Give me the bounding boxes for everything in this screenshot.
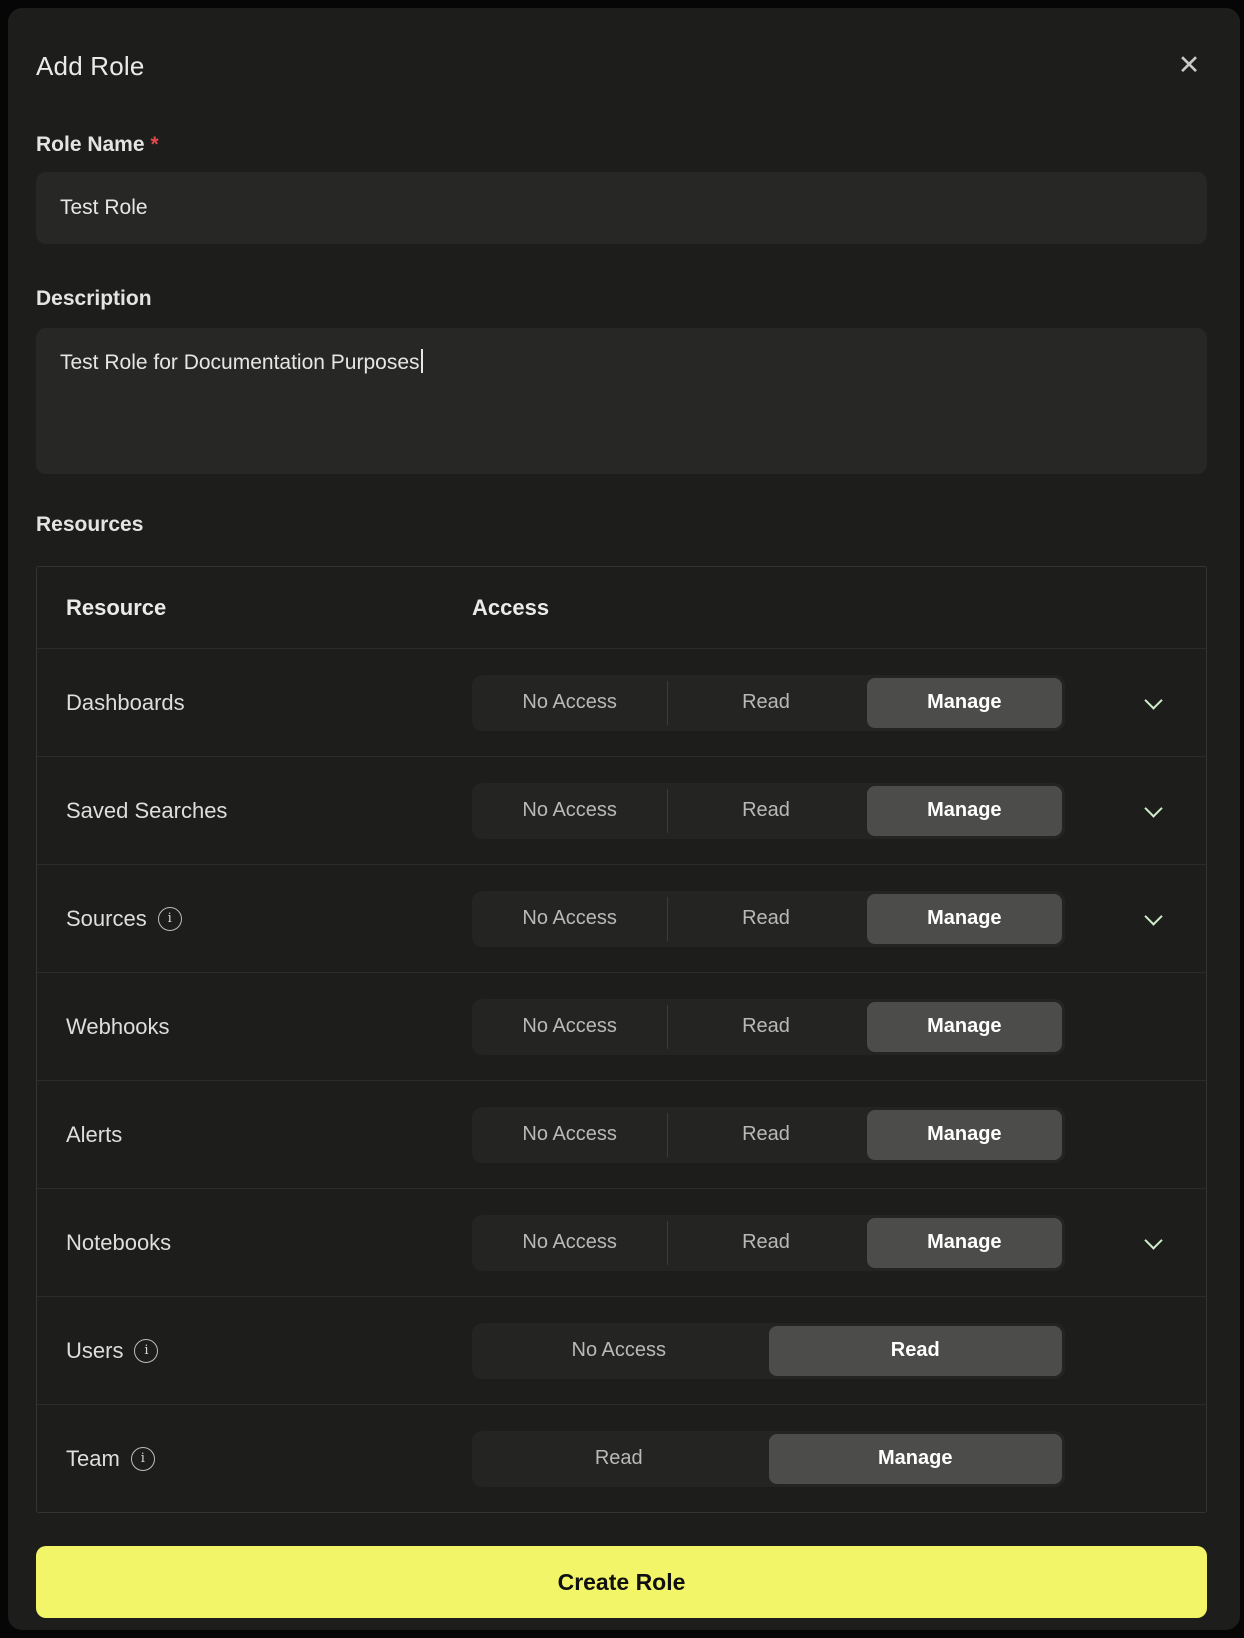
access-option-manage[interactable]: Manage <box>867 1218 1062 1268</box>
access-segmented-control: ReadManage <box>472 1431 1065 1487</box>
resources-table: Resource Access Dashboards No AccessRead… <box>36 566 1207 1513</box>
description-label: Description <box>36 284 1207 314</box>
access-option-no-access[interactable]: No Access <box>472 675 667 731</box>
access-segmented-control: No AccessReadManage <box>472 999 1065 1055</box>
resource-row-webhooks: Webhooks No AccessReadManage <box>37 973 1206 1081</box>
add-role-dialog: Add Role ✕ Role Name * Description Test R… <box>8 8 1240 1630</box>
access-option-read[interactable]: Read <box>472 1431 766 1487</box>
access-segmented-control: No AccessReadManage <box>472 891 1065 947</box>
close-icon[interactable]: ✕ <box>1171 48 1207 84</box>
access-segmented-control: No AccessReadManage <box>472 675 1065 731</box>
access-option-read[interactable]: Read <box>769 1326 1063 1376</box>
resource-name: Dashboards <box>66 690 185 716</box>
resource-row-users: Users i No AccessRead <box>37 1297 1206 1405</box>
access-option-read[interactable]: Read <box>668 1215 863 1271</box>
resource-row-saved-searches: Saved Searches No AccessReadManage <box>37 757 1206 865</box>
access-option-manage[interactable]: Manage <box>867 894 1062 944</box>
role-name-label-text: Role Name <box>36 133 145 156</box>
access-option-no-access[interactable]: No Access <box>472 891 667 947</box>
chevron-down-icon[interactable] <box>1142 799 1166 823</box>
access-option-read[interactable]: Read <box>668 1107 863 1163</box>
resource-name: Saved Searches <box>66 798 227 824</box>
resource-cell: Alerts <box>37 1122 472 1148</box>
create-role-button[interactable]: Create Role <box>36 1546 1207 1618</box>
role-name-input[interactable] <box>36 172 1207 244</box>
resource-row-dashboards: Dashboards No AccessReadManage <box>37 649 1206 757</box>
resource-cell: Sources i <box>37 906 472 932</box>
resource-row-notebooks: Notebooks No AccessReadManage <box>37 1189 1206 1297</box>
access-option-no-access[interactable]: No Access <box>472 1215 667 1271</box>
role-name-label: Role Name * <box>36 130 1207 160</box>
info-icon[interactable]: i <box>134 1339 158 1363</box>
required-asterisk: * <box>151 133 159 156</box>
resource-row-sources: Sources i No AccessReadManage <box>37 865 1206 973</box>
resource-cell: Saved Searches <box>37 798 472 824</box>
resource-name: Alerts <box>66 1122 122 1148</box>
description-textarea[interactable]: Test Role for Documentation Purposes <box>36 328 1207 474</box>
dialog-title: Add Role <box>36 51 145 82</box>
access-option-manage[interactable]: Manage <box>867 786 1062 836</box>
access-option-no-access[interactable]: No Access <box>472 999 667 1055</box>
dialog-header: Add Role ✕ <box>36 8 1207 84</box>
resource-cell: Users i <box>37 1338 472 1364</box>
access-option-manage[interactable]: Manage <box>867 1110 1062 1160</box>
access-option-manage[interactable]: Manage <box>867 678 1062 728</box>
chevron-down-icon[interactable] <box>1142 907 1166 931</box>
resource-cell: Webhooks <box>37 1014 472 1040</box>
resources-label: Resources <box>36 510 1207 540</box>
resource-name: Sources <box>66 906 147 932</box>
resource-rows: Dashboards No AccessReadManage Saved Sea… <box>37 649 1206 1512</box>
resource-cell: Team i <box>37 1446 472 1472</box>
resource-name: Users <box>66 1338 123 1364</box>
table-header-row: Resource Access <box>37 567 1206 649</box>
access-segmented-control: No AccessRead <box>472 1323 1065 1379</box>
info-icon[interactable]: i <box>158 907 182 931</box>
resource-name: Team <box>66 1446 120 1472</box>
access-option-manage[interactable]: Manage <box>867 1002 1062 1052</box>
resource-name: Notebooks <box>66 1230 171 1256</box>
resource-cell: Notebooks <box>37 1230 472 1256</box>
column-header-resource: Resource <box>37 595 472 621</box>
chevron-down-icon[interactable] <box>1142 1231 1166 1255</box>
resource-cell: Dashboards <box>37 690 472 716</box>
resource-row-team: Team i ReadManage <box>37 1405 1206 1512</box>
chevron-down-icon[interactable] <box>1142 691 1166 715</box>
info-icon[interactable]: i <box>131 1447 155 1471</box>
resource-name: Webhooks <box>66 1014 170 1040</box>
access-option-read[interactable]: Read <box>668 891 863 947</box>
access-option-no-access[interactable]: No Access <box>472 1323 766 1379</box>
access-option-manage[interactable]: Manage <box>769 1434 1063 1484</box>
access-option-no-access[interactable]: No Access <box>472 1107 667 1163</box>
access-option-read[interactable]: Read <box>668 999 863 1055</box>
description-text: Test Role for Documentation Purposes <box>60 351 420 374</box>
resource-row-alerts: Alerts No AccessReadManage <box>37 1081 1206 1189</box>
access-segmented-control: No AccessReadManage <box>472 783 1065 839</box>
access-option-no-access[interactable]: No Access <box>472 783 667 839</box>
text-caret <box>421 349 423 373</box>
access-segmented-control: No AccessReadManage <box>472 1107 1065 1163</box>
access-option-read[interactable]: Read <box>668 783 863 839</box>
column-header-access: Access <box>472 595 549 621</box>
access-segmented-control: No AccessReadManage <box>472 1215 1065 1271</box>
access-option-read[interactable]: Read <box>668 675 863 731</box>
